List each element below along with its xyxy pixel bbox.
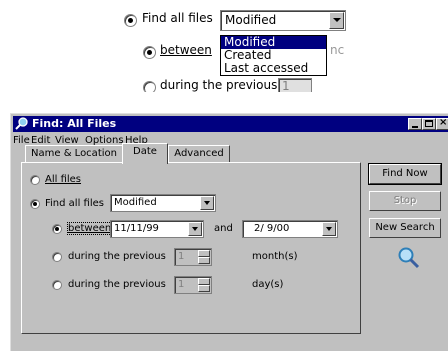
between-radio[interactable] <box>143 46 156 59</box>
between-label: between <box>160 43 212 57</box>
stop-button[interactable]: Stop <box>369 191 441 211</box>
close-icon[interactable]: × <box>436 117 448 130</box>
months-radio[interactable] <box>52 252 62 262</box>
chevron-down-icon[interactable] <box>200 196 214 210</box>
during-previous-spinner[interactable]: 1 <box>278 78 312 92</box>
all-files-radio[interactable] <box>30 175 40 185</box>
find-all-files-radio[interactable] <box>30 199 40 209</box>
zoomed-dropdown-inset: Find all files Modified Modified Created… <box>118 0 358 92</box>
maximize-icon[interactable] <box>422 118 436 130</box>
chevron-down-icon[interactable] <box>322 222 336 236</box>
date-type-value: Modified <box>225 13 277 27</box>
months-label: during the previous <box>68 251 166 262</box>
days-unit: day(s) <box>252 279 284 290</box>
date-type-combo[interactable]: Modified <box>220 10 346 31</box>
days-label: during the previous <box>68 279 166 290</box>
days-radio[interactable] <box>52 280 62 290</box>
magnifier-icon <box>398 247 420 269</box>
during-previous-radio[interactable] <box>143 81 156 92</box>
tab-name-location[interactable]: Name & Location <box>25 145 123 163</box>
find-now-button[interactable]: Find Now <box>368 163 442 185</box>
during-previous-value: 1 <box>282 79 290 92</box>
between-trailing-text: nc <box>330 43 345 57</box>
find-all-files-label: Find all files <box>45 198 104 209</box>
dropdown-arrow-icon[interactable] <box>329 12 344 29</box>
date-type-dropdown-list: Modified Created Last accessed <box>220 35 327 76</box>
tab-advanced[interactable]: Advanced <box>168 145 230 163</box>
find-magnifier-icon <box>15 117 28 130</box>
date-type-value: Modified <box>114 197 157 208</box>
months-spinner[interactable]: 1 <box>174 248 212 266</box>
minimize-icon[interactable] <box>408 118 422 130</box>
find-all-files-label: Find all files <box>142 11 213 25</box>
date-type-select[interactable]: Modified <box>110 194 216 212</box>
during-previous-label: during the previous <box>160 78 278 92</box>
between-from-value: 11/11/99 <box>114 223 159 234</box>
days-value: 1 <box>178 279 185 290</box>
between-label: between <box>66 222 113 235</box>
find-all-files-window: Find: All Files × File Edit View Options… <box>10 113 448 351</box>
find-all-files-radio[interactable] <box>124 14 137 27</box>
and-label: and <box>214 223 233 234</box>
new-search-button[interactable]: New Search <box>369 218 441 238</box>
date-tab-panel: All files Find all files Modified betwee… <box>21 162 361 334</box>
spinner-arrows[interactable] <box>198 250 210 264</box>
title-bar[interactable]: Find: All Files × <box>13 116 448 132</box>
chevron-down-icon[interactable] <box>188 222 202 236</box>
days-spinner[interactable]: 1 <box>174 276 212 294</box>
between-to-date[interactable]: 2/ 9/00 <box>242 220 338 238</box>
tab-date[interactable]: Date <box>122 143 168 164</box>
dropdown-option-last-accessed[interactable]: Last accessed <box>221 62 326 75</box>
months-value: 1 <box>178 251 185 262</box>
months-unit: month(s) <box>252 251 298 262</box>
all-files-label: All files <box>45 174 82 185</box>
spinner-arrows[interactable] <box>198 278 210 292</box>
between-radio[interactable] <box>52 224 62 234</box>
between-from-date[interactable]: 11/11/99 <box>110 220 204 238</box>
window-title: Find: All Files <box>32 117 117 130</box>
between-to-value: 2/ 9/00 <box>254 223 290 234</box>
